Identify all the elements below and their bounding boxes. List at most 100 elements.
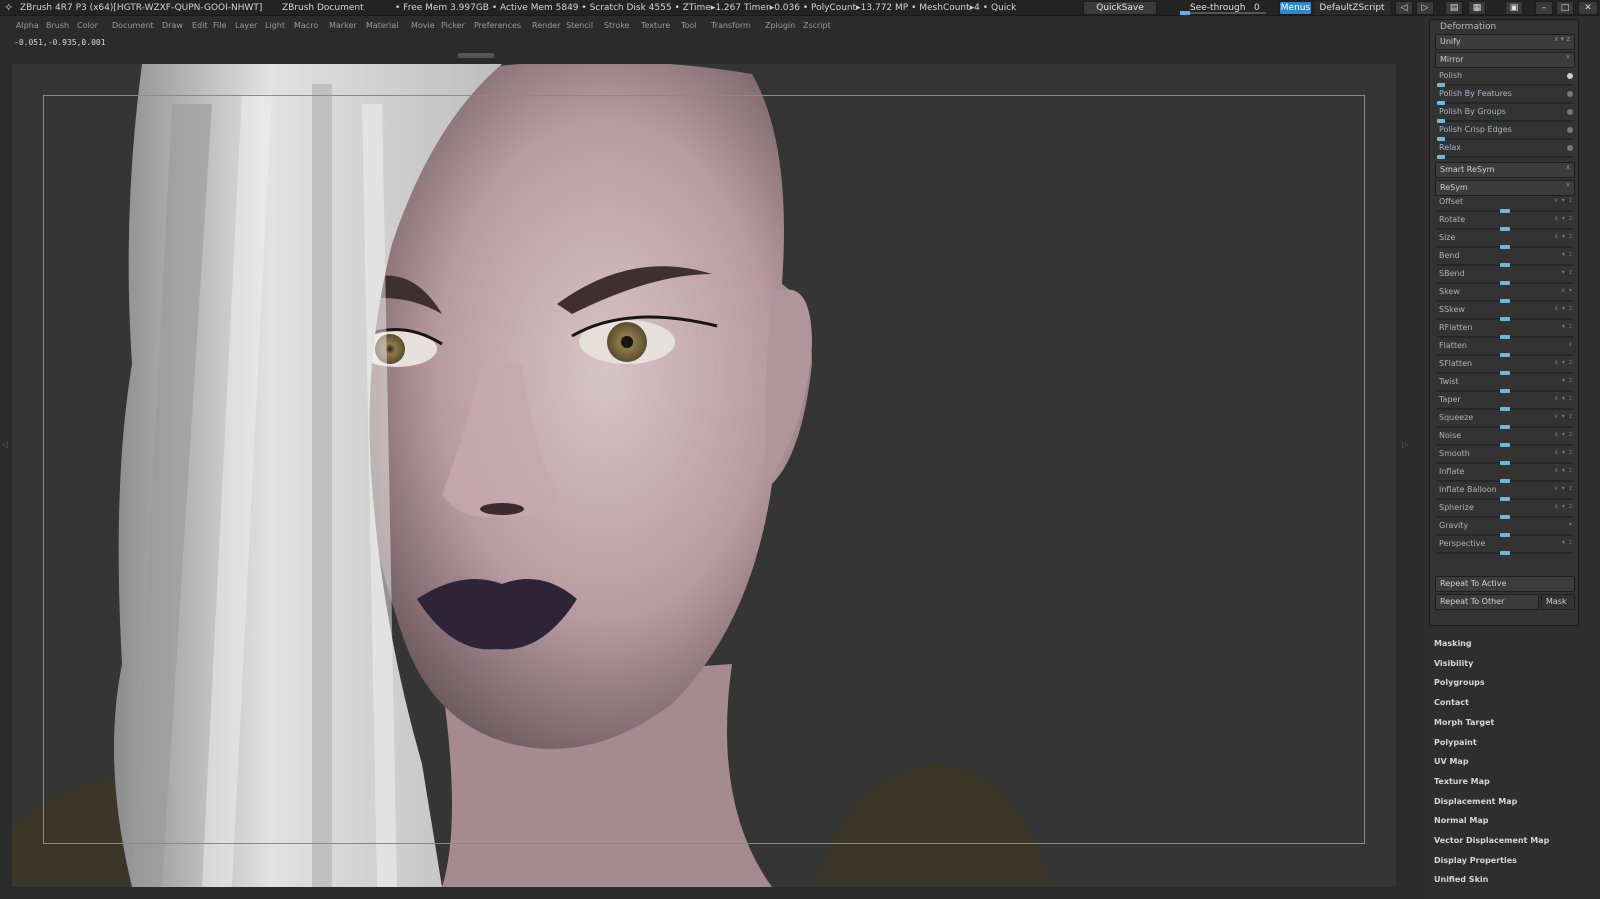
axis-toggle-icon[interactable]: x ▾ z (1554, 395, 1573, 402)
slider-knob[interactable] (1500, 353, 1510, 357)
menu-color[interactable]: Color (77, 21, 98, 30)
menu-draw[interactable]: Draw (162, 21, 183, 30)
slider-track[interactable] (1437, 461, 1573, 465)
slider-knob[interactable] (1500, 227, 1510, 231)
axis-toggle-icon[interactable]: x ▾ z (1554, 431, 1573, 438)
horizontal-scroll-handle[interactable] (458, 53, 494, 58)
menu-document[interactable]: Document (112, 21, 153, 30)
left-tray-arrow-icon[interactable]: ◁ (2, 440, 8, 464)
slider-track[interactable] (1437, 263, 1573, 267)
polish-crisp-edges-slider[interactable]: Polish Crisp Edges (1435, 124, 1575, 141)
axis-toggle-icon[interactable]: x ▾ z (1554, 305, 1573, 312)
smart-resym-button[interactable]: Smart ReSym x (1435, 162, 1575, 178)
lock-icon[interactable]: ▣ (1505, 1, 1523, 15)
axis-toggle-icon[interactable]: x ▾ z (1554, 485, 1573, 492)
slider-knob[interactable] (1500, 245, 1510, 249)
slider-sbend[interactable]: SBend ▾ z (1435, 268, 1575, 286)
slider-knob[interactable] (1500, 551, 1510, 555)
repeat-to-active-button[interactable]: Repeat To Active (1435, 576, 1575, 592)
slider-track[interactable] (1437, 551, 1573, 555)
mirror-button[interactable]: Mirror x (1435, 52, 1575, 68)
slider-track[interactable] (1437, 371, 1573, 375)
mask-button[interactable]: Mask (1541, 594, 1575, 610)
slider-knob[interactable] (1500, 371, 1510, 375)
subpalette-texture-map[interactable]: Texture Map (1434, 777, 1490, 786)
slider-rflatten[interactable]: RFlatten ▾ z (1435, 322, 1575, 340)
slider-knob[interactable] (1500, 443, 1510, 447)
close-icon[interactable]: ✕ (1578, 1, 1598, 15)
axis-toggle-icon[interactable]: x ▾ z (1554, 215, 1573, 222)
axis-toggle-icon[interactable]: x ▾ z (1554, 359, 1573, 366)
palette-left-icon[interactable]: ◁ (1395, 1, 1413, 15)
slider-track[interactable] (1437, 443, 1573, 447)
axis-toggle-icon[interactable]: x ▾ z (1554, 503, 1573, 510)
subpalette-visibility[interactable]: Visibility (1434, 659, 1473, 668)
slider-track[interactable] (1437, 389, 1573, 393)
slider-track[interactable] (1437, 497, 1573, 501)
slider-track[interactable] (1437, 335, 1573, 339)
slider-track[interactable] (1437, 425, 1573, 429)
slider-gravity[interactable]: Gravity ▾ (1435, 520, 1575, 538)
right-tray-arrow-icon[interactable]: ▷ (1402, 440, 1408, 464)
slider-track[interactable] (1437, 281, 1573, 285)
axis-toggle-icon[interactable]: x ▾ (1562, 287, 1573, 294)
maximize-icon[interactable]: □ (1556, 1, 1574, 15)
menu-edit[interactable]: Edit (192, 21, 208, 30)
subpalette-contact[interactable]: Contact (1434, 698, 1469, 707)
slider-knob[interactable] (1500, 389, 1510, 393)
axis-toggle-icon[interactable]: x (1568, 341, 1573, 348)
slider-track[interactable] (1437, 515, 1573, 519)
menu-texture[interactable]: Texture (641, 21, 670, 30)
slider-track[interactable] (1437, 317, 1573, 321)
axis-toggle-icon[interactable]: ▾ z (1562, 539, 1573, 546)
axis-toggle-icon[interactable]: ▾ z (1562, 251, 1573, 258)
slider-knob[interactable] (1500, 281, 1510, 285)
slider-squeeze[interactable]: Squeeze x ▾ z (1435, 412, 1575, 430)
slider-flatten[interactable]: Flatten x (1435, 340, 1575, 358)
axis-toggle-icon[interactable]: ▾ z (1562, 269, 1573, 276)
axis-toggle-icon[interactable]: x ▾ z (1554, 449, 1573, 456)
menu-transform[interactable]: Transform (711, 21, 751, 30)
relax-slider[interactable]: Relax (1435, 142, 1575, 159)
layout-2-icon[interactable]: ▦ (1468, 1, 1486, 15)
menu-stroke[interactable]: Stroke (604, 21, 630, 30)
menu-layer[interactable]: Layer (235, 21, 257, 30)
canvas-viewport[interactable] (12, 64, 1396, 887)
menu-macro[interactable]: Macro (294, 21, 318, 30)
slider-knob[interactable] (1500, 209, 1510, 213)
menu-stencil[interactable]: Stencil (566, 21, 593, 30)
deformation-title[interactable]: Deformation (1440, 22, 1496, 32)
subpalette-vector-displacement-map[interactable]: Vector Displacement Map (1434, 836, 1549, 845)
axis-toggle-icon[interactable]: x ▾ z (1554, 467, 1573, 474)
slider-knob[interactable] (1500, 335, 1510, 339)
slider-taper[interactable]: Taper x ▾ z (1435, 394, 1575, 412)
subpalette-unified-skin[interactable]: Unified Skin (1434, 875, 1488, 884)
slider-knob[interactable] (1500, 515, 1510, 519)
axis-toggle-icon[interactable]: x ▾ z (1554, 197, 1573, 204)
see-through-slider[interactable] (1180, 11, 1266, 15)
menu-alpha[interactable]: Alpha (16, 21, 39, 30)
axis-toggle-icon[interactable]: ▾ z (1562, 323, 1573, 330)
subpalette-morph-target[interactable]: Morph Target (1434, 718, 1494, 727)
menus-toggle-button[interactable]: Menus (1279, 1, 1312, 15)
slider-rotate[interactable]: Rotate x ▾ z (1435, 214, 1575, 232)
unify-button[interactable]: Unify x ▾ z (1435, 34, 1575, 50)
slider-smooth[interactable]: Smooth x ▾ z (1435, 448, 1575, 466)
slider-noise[interactable]: Noise x ▾ z (1435, 430, 1575, 448)
slider-inflate[interactable]: Inflate x ▾ z (1435, 466, 1575, 484)
menu-render[interactable]: Render (532, 21, 560, 30)
slider-knob[interactable] (1500, 407, 1510, 411)
menu-zscript[interactable]: Zscript (803, 21, 831, 30)
slider-sflatten[interactable]: SFlatten x ▾ z (1435, 358, 1575, 376)
menu-movie[interactable]: Movie (411, 21, 435, 30)
slider-track[interactable] (1437, 533, 1573, 537)
slider-inflate-balloon[interactable]: Inflate Balloon x ▾ z (1435, 484, 1575, 502)
slider-skew[interactable]: Skew x ▾ (1435, 286, 1575, 304)
menu-preferences[interactable]: Preferences (474, 21, 521, 30)
subpalette-display-properties[interactable]: Display Properties (1434, 856, 1517, 865)
layout-icon[interactable]: ▤ (1445, 1, 1463, 15)
subpalette-normal-map[interactable]: Normal Map (1434, 816, 1488, 825)
menu-zplugin[interactable]: Zplugin (765, 21, 795, 30)
menu-marker[interactable]: Marker (329, 21, 357, 30)
slider-knob[interactable] (1500, 425, 1510, 429)
